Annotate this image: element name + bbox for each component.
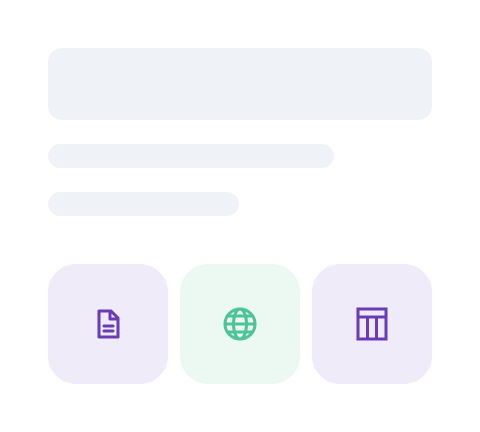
globe-icon — [222, 306, 258, 342]
skeleton-header-placeholder — [48, 48, 432, 120]
skeleton-text-line-short — [48, 192, 239, 216]
document-tile[interactable] — [48, 264, 168, 384]
document-icon — [90, 306, 126, 342]
table-tile[interactable] — [312, 264, 432, 384]
loading-card — [0, 0, 480, 432]
table-icon — [354, 306, 390, 342]
web-tile[interactable] — [180, 264, 300, 384]
skeleton-text-line — [48, 144, 334, 168]
